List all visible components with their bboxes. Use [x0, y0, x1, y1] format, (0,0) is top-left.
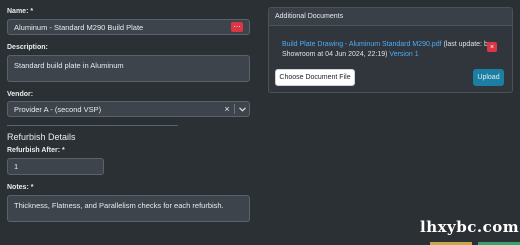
- close-icon: ×: [489, 43, 495, 51]
- refurbish-after-value: 1: [14, 162, 19, 171]
- document-version-link[interactable]: Version 1: [389, 51, 418, 58]
- refurbish-after-input[interactable]: 1: [7, 158, 104, 175]
- choose-document-file-button[interactable]: Choose Document File: [275, 69, 355, 86]
- name-value: Aluminum - Standard M290 Build Plate: [14, 22, 144, 32]
- upload-button[interactable]: Upload: [473, 69, 504, 86]
- watermark: lhxybc.com: [420, 218, 520, 236]
- refurbish-after-label: Refurbish After: *: [7, 147, 65, 154]
- document-update-text-2: Showroom at 04 Jun 2024, 22:19): [282, 50, 390, 58]
- refurbish-section-title: Refurbish Details: [7, 132, 76, 142]
- description-label: Description:: [7, 44, 48, 51]
- ellipsis-icon: ⋯: [233, 23, 241, 31]
- notes-label: Notes: *: [7, 184, 34, 191]
- document-entry: Build Plate Drawing - Aluminum Standard …: [282, 40, 494, 59]
- name-options-button[interactable]: ⋯: [231, 22, 243, 32]
- vendor-label: Vendor:: [7, 91, 34, 98]
- card-header-title: Additional Documents: [275, 13, 344, 20]
- document-file-link[interactable]: Build Plate Drawing - Aluminum Standard …: [282, 41, 442, 48]
- choose-document-file-label: Choose Document File: [279, 74, 351, 81]
- vendor-value: Provider A - (second VSP): [14, 104, 102, 114]
- description-textarea[interactable]: Standard build plate in Aluminum: [7, 55, 250, 82]
- vendor-select[interactable]: Provider A - (second VSP) ×: [7, 101, 250, 117]
- upload-label: Upload: [477, 74, 500, 81]
- name-input[interactable]: Aluminum - Standard M290 Build Plate: [7, 19, 250, 35]
- notes-value: Thickness, Flatness, and Parallelism che…: [14, 201, 224, 210]
- notes-textarea[interactable]: Thickness, Flatness, and Parallelism che…: [7, 195, 250, 222]
- section-divider: [7, 125, 178, 126]
- chevron-down-icon[interactable]: [235, 106, 249, 112]
- remove-document-button[interactable]: ×: [487, 42, 497, 52]
- clear-icon[interactable]: ×: [220, 104, 234, 114]
- name-label: Name: *: [7, 8, 34, 15]
- card-header: Additional Documents: [269, 8, 512, 26]
- description-value: Standard build plate in Aluminum: [14, 61, 124, 70]
- document-update-text-1: (last update: by: [441, 41, 492, 48]
